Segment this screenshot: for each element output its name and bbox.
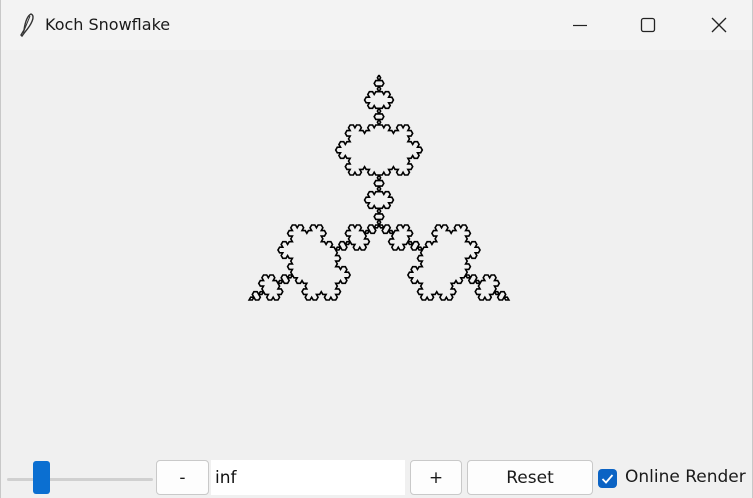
iterations-input[interactable]	[211, 460, 405, 495]
app-window: Koch Snowflake - + Reset	[0, 0, 753, 498]
iteration-slider-thumb[interactable]	[33, 461, 50, 494]
minimize-button[interactable]	[557, 8, 603, 42]
reset-button[interactable]: Reset	[467, 460, 593, 495]
maximize-button[interactable]	[625, 8, 671, 42]
title-bar[interactable]: Koch Snowflake	[1, 0, 752, 50]
drawing-canvas[interactable]	[1, 50, 752, 454]
minimize-icon	[573, 24, 587, 27]
online-render-label: Online Render	[625, 467, 746, 487]
koch-snowflake	[247, 74, 511, 301]
close-button[interactable]	[695, 8, 741, 42]
maximize-icon	[640, 17, 656, 33]
iteration-slider-track[interactable]	[7, 478, 153, 481]
checkmark-icon	[601, 474, 614, 484]
canvas-svg	[247, 74, 511, 301]
increase-button[interactable]: +	[410, 460, 462, 495]
close-icon	[711, 17, 727, 33]
online-render-checkbox[interactable]	[598, 469, 617, 488]
window-title: Koch Snowflake	[45, 15, 171, 34]
decrease-button[interactable]: -	[156, 460, 209, 495]
feather-icon	[16, 12, 38, 38]
